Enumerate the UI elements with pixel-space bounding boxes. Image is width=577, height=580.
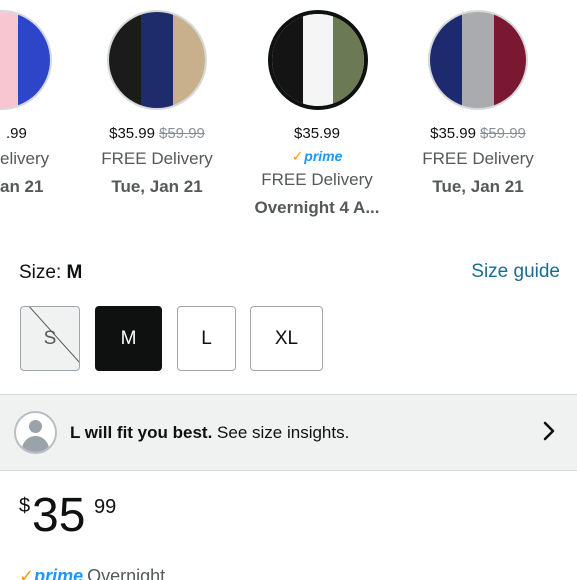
swatch-stripe	[141, 12, 173, 108]
swatch-date: Tue, Jan 21	[111, 177, 203, 196]
fit-recommendation-banner[interactable]: L will fit you best. See size insights.	[0, 394, 577, 471]
swatch-delivery: FREE Delivery	[261, 170, 373, 189]
prime-check-icon: ✓	[291, 148, 304, 164]
price-whole: 35	[32, 489, 86, 542]
swatch-thumbnail[interactable]	[428, 10, 528, 110]
swatch-thumbnail[interactable]	[268, 10, 368, 110]
color-carousel[interactable]: .99 elivery an 21 $35.99 $59.99 FREE Deli…	[0, 0, 577, 230]
price-fraction: 99	[94, 496, 117, 518]
avatar-body	[22, 436, 49, 452]
prime-badge: ✓prime	[291, 148, 343, 164]
size-option-xl[interactable]: XL	[250, 306, 323, 371]
swatch-stripe	[333, 14, 364, 106]
size-option-m[interactable]: M	[95, 306, 162, 371]
prime-check-icon: ✓	[19, 566, 35, 580]
avatar-head	[29, 420, 42, 433]
swatch-price: $35.99 $59.99	[430, 125, 526, 142]
swatch-stripe	[494, 12, 526, 108]
swatch-stripe	[173, 12, 205, 108]
fit-message: L will fit you best. See size insights.	[70, 423, 350, 442]
size-guide-link[interactable]: Size guide	[471, 261, 560, 283]
swatch-thumbnail[interactable]	[0, 10, 52, 110]
swatch-stripe	[430, 12, 462, 108]
swatch-delivery: FREE Delivery	[101, 149, 213, 168]
swatch-stripe	[18, 12, 50, 108]
swatch-delivery: FREE Delivery	[422, 149, 534, 168]
selected-size: M	[66, 262, 83, 283]
color-swatch-pink-blue[interactable]: .99 elivery an 21	[0, 0, 85, 230]
swatch-date: Overnight 4 A...	[254, 198, 380, 217]
swatch-stripe	[462, 12, 494, 108]
price-currency: $	[19, 495, 31, 517]
size-option-s[interactable]: S	[20, 306, 80, 371]
swatch-price: $35.99 $59.99	[109, 125, 205, 142]
swatch-stripe	[0, 12, 18, 108]
swatch-thumbnail[interactable]	[107, 10, 207, 110]
swatch-stripe	[109, 12, 141, 108]
user-avatar-icon	[14, 411, 57, 454]
size-label: Size: M	[19, 262, 83, 283]
swatch-stripe	[272, 14, 303, 106]
swatch-price: $35.99	[294, 125, 340, 142]
list-price: $59.99	[159, 125, 205, 142]
chevron-right-icon[interactable]	[537, 419, 561, 443]
color-swatch-black-navy-leopard[interactable]: $35.99 $59.99 FREE Delivery Tue, Jan 21	[77, 0, 237, 230]
swatch-stripe	[302, 14, 334, 106]
size-option-l[interactable]: L	[177, 306, 236, 371]
color-swatch-black-white-olive[interactable]: $35.99 ✓prime FREE Delivery Overnight 4 …	[237, 0, 397, 230]
list-price: $59.99	[480, 125, 526, 142]
color-swatch-navy-grey-wine[interactable]: $35.99 $59.99 FREE Delivery Tue, Jan 21	[398, 0, 558, 230]
swatch-date: Tue, Jan 21	[432, 177, 524, 196]
prime-shipping: ✓prime Overnight	[19, 566, 165, 580]
